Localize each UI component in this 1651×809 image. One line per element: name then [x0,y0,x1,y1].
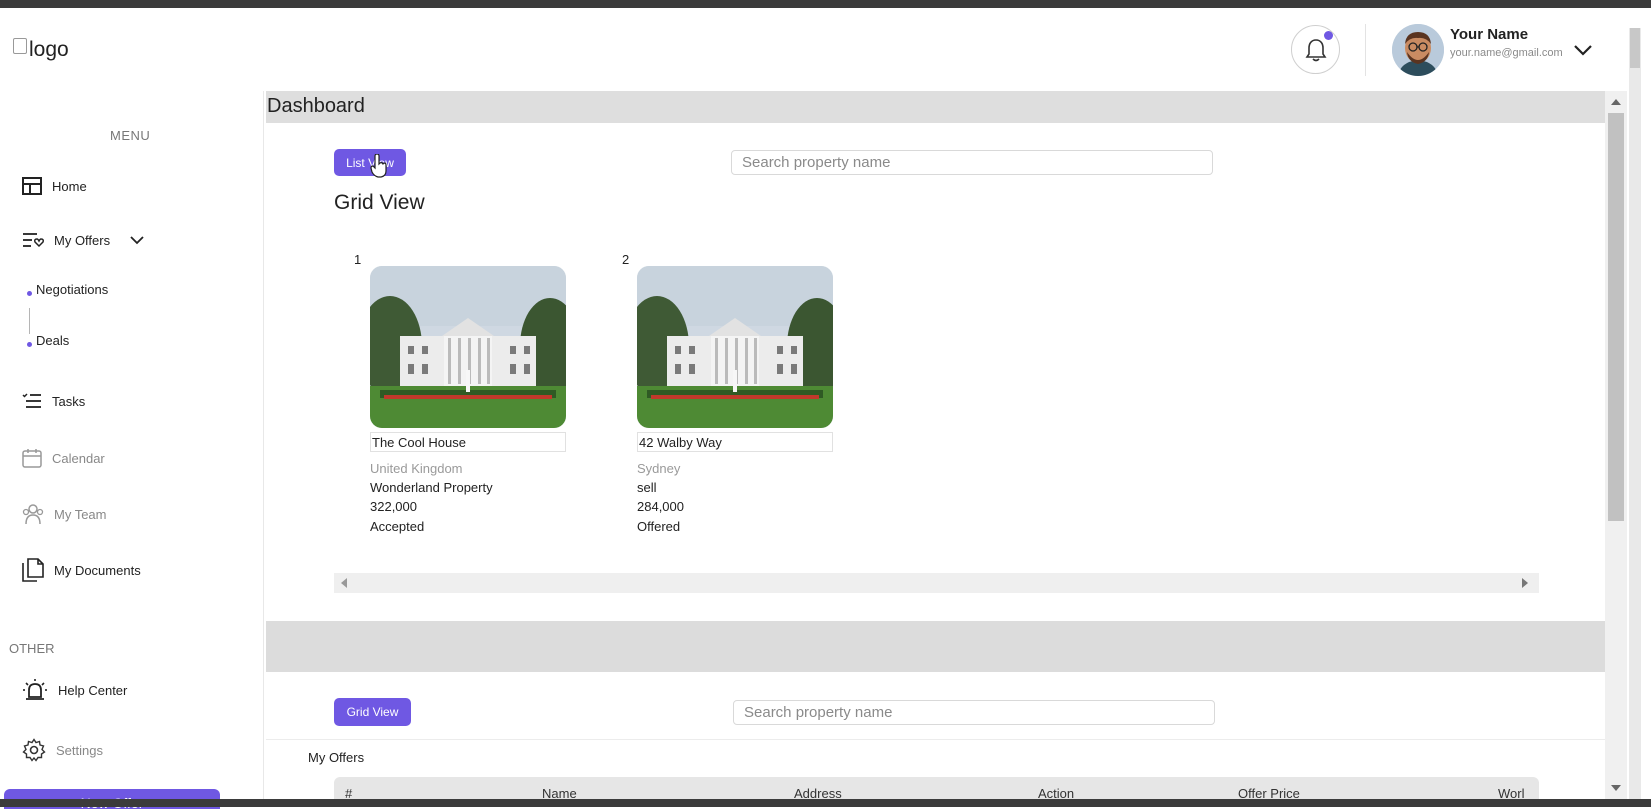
property-price: 322,000 [370,499,417,514]
grid-icon [22,177,42,195]
bullet-icon [27,291,32,296]
sidebar-item-home[interactable]: Home [22,177,87,195]
property-location: United Kingdom [370,461,463,476]
header-divider [1365,24,1366,76]
gear-icon [22,738,46,762]
sidebar-item-label: Help Center [58,682,128,698]
chevron-down-icon[interactable] [1573,44,1593,56]
property-name-field[interactable]: The Cool House [370,432,566,452]
property-type: sell [637,480,657,495]
main-content: Dashboard List View Search property name… [266,91,1605,801]
top-header: logo Your Name your.name@gmail.com [0,8,1627,91]
window-bottom-strip [0,799,1651,807]
sidebar-item-label: Home [52,178,87,194]
notification-dot [1324,31,1333,40]
avatar[interactable] [1392,24,1444,76]
property-name-field[interactable]: 42 Walby Way [637,432,833,452]
bullet-icon [27,342,32,347]
sidebar: MENU Home My Offers Negotiations Deals T… [0,91,264,809]
property-status: Accepted [370,519,425,534]
panel-border [266,739,1605,740]
subitem-connector [29,308,30,334]
chevron-down-icon[interactable] [130,235,144,245]
sidebar-item-label: Calendar [52,450,105,466]
property-image[interactable] [370,266,566,428]
alarm-icon [23,679,47,700]
sidebar-item-settings[interactable]: Settings [22,738,103,762]
sidebar-item-my-documents[interactable]: My Documents [22,558,141,582]
offers-section-title: My Offers [308,750,365,765]
scroll-left-icon[interactable] [340,578,348,588]
scroll-right-icon[interactable] [1521,578,1529,588]
user-email: your.name@gmail.com [1450,47,1563,59]
tasks-icon [22,393,41,408]
sidebar-item-calendar[interactable]: Calendar [22,448,105,468]
sidebar-item-tasks[interactable]: Tasks [22,393,85,409]
user-name: Your Name [1450,26,1529,43]
sidebar-item-label: My Documents [54,562,141,578]
documents-icon [22,558,44,582]
house-photo [637,266,833,428]
other-title: OTHER [9,641,55,656]
vertical-scrollbar[interactable] [1605,91,1627,799]
property-status: Offered [637,519,681,534]
grid-view-title: Grid View [334,191,425,214]
property-image[interactable] [637,266,833,428]
sidebar-item-label: My Team [54,506,107,522]
subitem-label: Negotiations [36,282,109,297]
house-photo [370,266,566,428]
avatar-image [1392,24,1444,76]
sidebar-item-my-offers[interactable]: My Offers [22,232,144,248]
sidebar-item-label: Tasks [52,393,86,409]
sidebar-item-label: My Offers [54,232,111,248]
broken-image-icon [13,38,27,54]
sidebar-subitem-negotiations[interactable]: Negotiations [27,282,108,297]
card-number: 2 [622,252,630,267]
bell-icon [1305,38,1326,61]
scroll-down-icon[interactable] [1611,785,1621,791]
scroll-thumb[interactable] [1608,113,1624,521]
logo: logo [13,38,69,62]
horizontal-scrollbar[interactable] [334,573,1539,593]
sidebar-item-my-team[interactable]: My Team [22,503,107,525]
search-input[interactable]: Search property name [733,700,1215,725]
team-icon [22,504,44,525]
window-scrollbar[interactable] [1627,8,1651,799]
window-scroll-thumb[interactable] [1630,28,1640,68]
notifications-button[interactable] [1291,25,1340,74]
section-divider-band [266,621,1605,672]
subitem-label: Deals [36,333,70,348]
scroll-up-icon[interactable] [1611,99,1621,105]
hand-cursor-icon [370,154,387,178]
offers-table-header: # Name Address Action Offer Price Worl [334,777,1539,801]
sidebar-subitem-deals[interactable]: Deals [27,333,69,348]
search-input[interactable]: Search property name [731,150,1213,175]
page-title-bar: Dashboard [266,91,1605,123]
window-top-strip [0,0,1651,8]
logo-alt-text: logo [29,38,69,61]
card-number: 1 [354,252,362,267]
offers-list-icon [23,233,44,248]
page-title: Dashboard [267,95,365,117]
grid-view-button[interactable]: Grid View [334,698,411,726]
property-location: Sydney [637,461,681,476]
property-type: Wonderland Property [370,480,493,495]
menu-title: MENU [110,128,151,143]
sidebar-item-label: Settings [56,742,103,758]
sidebar-item-help-center[interactable]: Help Center [22,678,127,702]
window-scroll-track[interactable] [1629,28,1641,799]
calendar-icon [22,449,42,468]
property-price: 284,000 [637,499,684,514]
